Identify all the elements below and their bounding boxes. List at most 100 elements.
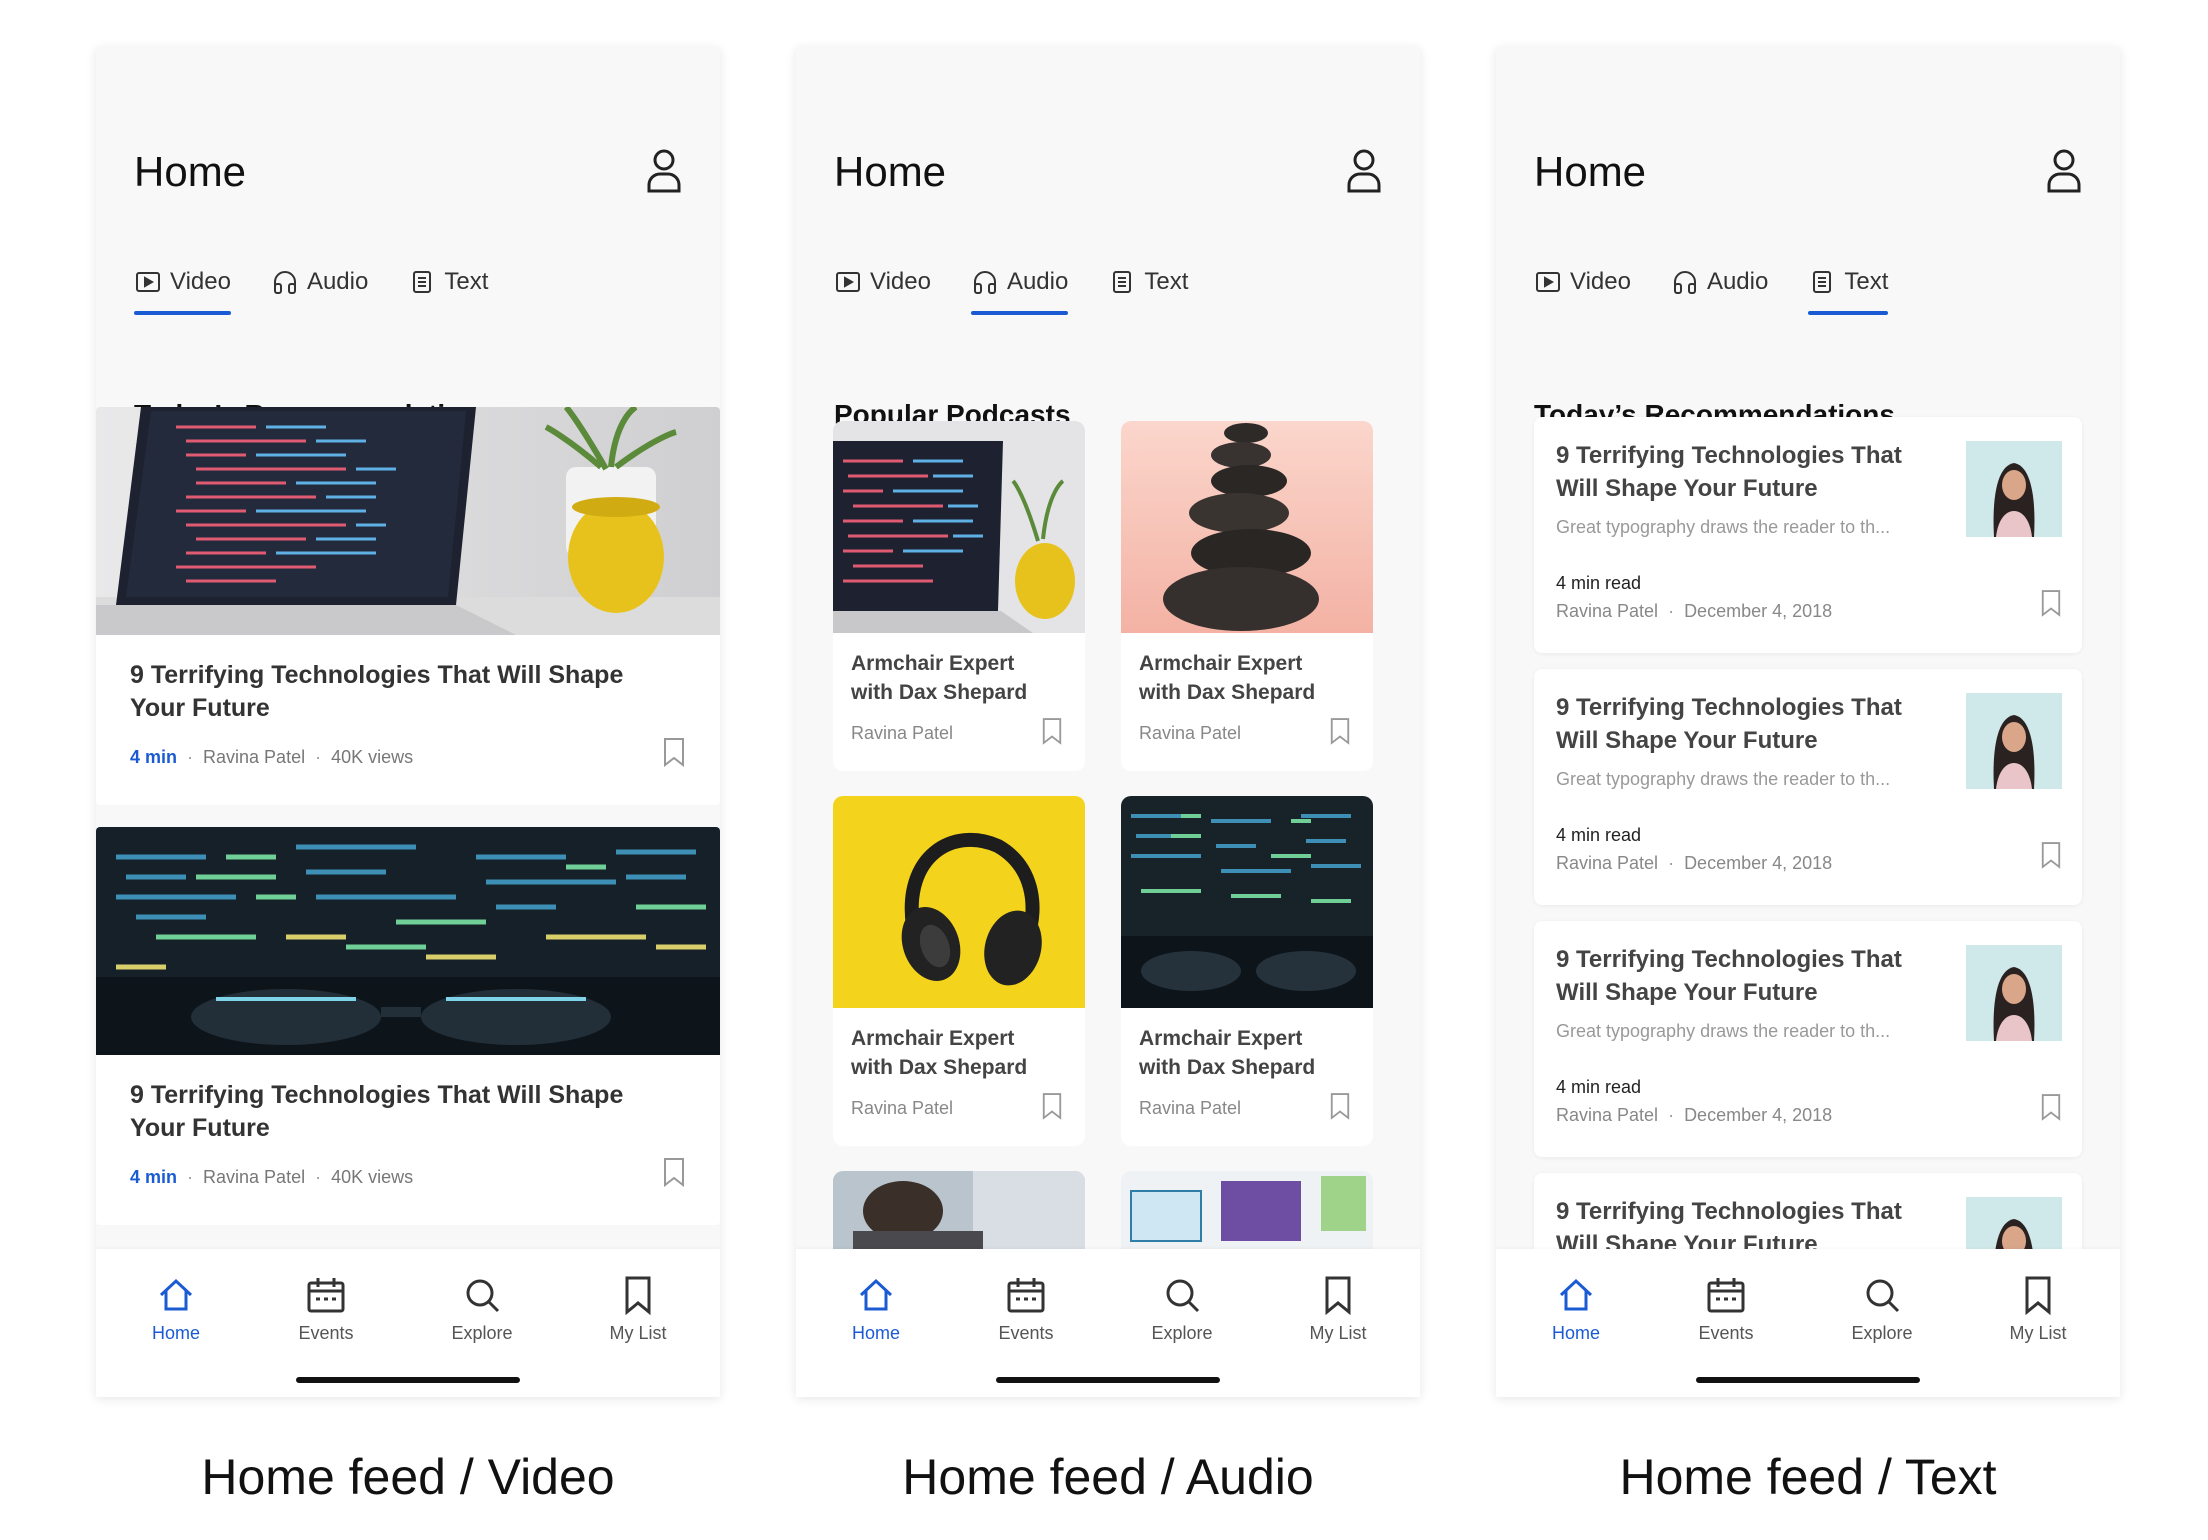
tab-text[interactable]: Text: [408, 247, 488, 317]
author-avatar: [1966, 693, 2062, 789]
video-card[interactable]: 9 Terrifying Technologies That Will Shap…: [96, 407, 720, 805]
author: Ravina Patel: [1139, 723, 1242, 743]
author: Ravina Patel: [203, 747, 306, 767]
tab-label: Audio: [1706, 268, 1769, 295]
bottom-nav: Home Events Explore My List: [796, 1249, 1420, 1397]
video-thumbnail-laptop: [96, 407, 720, 635]
tab-label: Text: [1844, 268, 1889, 295]
bookmark-icon: [625, 1276, 651, 1315]
search-icon: [466, 1279, 500, 1313]
article-card[interactable]: 9 Terrifying Technologies That Will Shap…: [1534, 417, 2082, 653]
bookmark-icon[interactable]: [2040, 1093, 2062, 1121]
screen-caption: Home feed / Audio: [902, 1449, 1314, 1505]
podcast-card[interactable]: Armchair Expert with Dax Shepard Ravina …: [833, 421, 1085, 771]
bookmark-icon[interactable]: [662, 1157, 686, 1187]
document-icon: [413, 271, 432, 293]
bookmark-icon[interactable]: [662, 737, 686, 767]
article-excerpt: Great typography draws the reader to th.…: [1556, 1021, 1891, 1041]
header: Home: [834, 142, 1382, 202]
bookmark-icon[interactable]: [1329, 1092, 1351, 1120]
separator-dot: ·: [187, 1167, 194, 1187]
author: Ravina Patel: [1556, 1105, 1659, 1125]
article-title: 9 Terrifying Technologies That Will Shap…: [1556, 442, 1902, 502]
document-icon: [1113, 271, 1132, 293]
card-meta: 4 min · Ravina Patel · 40K views: [130, 1167, 413, 1188]
author: Ravina Patel: [1139, 1098, 1242, 1118]
search-icon: [1166, 1279, 1200, 1313]
screen-caption: Home feed / Text: [1619, 1449, 1997, 1505]
phone-screen-video: Home Video Audio Text Today’s Recommenda…: [96, 47, 720, 1397]
bookmark-icon[interactable]: [2040, 841, 2062, 869]
video-card[interactable]: 9 Terrifying Technologies That Will Shap…: [96, 827, 720, 1225]
nav-events[interactable]: Events: [966, 1275, 1086, 1344]
bookmark-icon: [1325, 1276, 1351, 1315]
profile-icon[interactable]: [1346, 148, 1382, 194]
search-icon: [1866, 1279, 1900, 1313]
podcast-card[interactable]: Armchair Expert with Dax Shepard Ravina …: [1121, 421, 1373, 771]
bookmark-icon: [2025, 1276, 2051, 1315]
duration: 4 min: [130, 747, 178, 767]
author-avatar: [1966, 441, 2062, 537]
tab-video[interactable]: Video: [834, 247, 931, 317]
tab-text[interactable]: Text: [1808, 247, 1889, 317]
tab-audio[interactable]: Audio: [970, 247, 1069, 317]
views: 40K views: [331, 1167, 414, 1187]
nav-home[interactable]: Home: [116, 1275, 236, 1344]
date: December 4, 2018: [1684, 601, 1833, 621]
article-title: 9 Terrifying Technologies That Will Shap…: [1556, 946, 1902, 1006]
article-excerpt: Great typography draws the reader to th.…: [1556, 769, 1891, 789]
tab-audio[interactable]: Audio: [271, 247, 368, 317]
calendar-icon: [1007, 1278, 1045, 1313]
home-icon: [1559, 1278, 1593, 1311]
author: Ravina Patel: [851, 1098, 954, 1118]
article-card[interactable]: 9 Terrifying Technologies That Will Shap…: [1534, 921, 2082, 1157]
nav-events[interactable]: Events: [1666, 1275, 1786, 1344]
nav-label: Home: [851, 1323, 900, 1343]
nav-my-list[interactable]: My List: [1278, 1275, 1398, 1344]
read-time: 4 min read: [1556, 1077, 1642, 1097]
tab-video[interactable]: Video: [134, 247, 231, 317]
profile-icon[interactable]: [646, 148, 682, 194]
nav-label: Home: [1551, 1323, 1600, 1343]
home-icon: [859, 1278, 893, 1311]
article-meta: Ravina Patel · December 4, 2018: [1556, 1105, 1832, 1126]
header: Home: [134, 142, 682, 202]
profile-icon[interactable]: [2046, 148, 2082, 194]
tab-video[interactable]: Video: [1534, 247, 1631, 317]
tab-label: Video: [170, 268, 231, 295]
article-meta: Ravina Patel · December 4, 2018: [1556, 853, 1832, 874]
nav-label: Explore: [1851, 1323, 1913, 1343]
separator-dot: ·: [315, 1167, 322, 1187]
nav-explore[interactable]: Explore: [1822, 1275, 1942, 1344]
tab-audio[interactable]: Audio: [1671, 247, 1768, 317]
nav-my-list[interactable]: My List: [578, 1275, 698, 1344]
document-icon: [1813, 271, 1832, 293]
header: Home: [1534, 142, 2082, 202]
bookmark-icon[interactable]: [2040, 589, 2062, 617]
separator-dot: ·: [187, 747, 194, 767]
podcast-card[interactable]: Armchair Expert with Dax Shepard Ravina …: [833, 796, 1085, 1146]
nav-my-list[interactable]: My List: [1978, 1275, 2098, 1344]
bookmark-icon[interactable]: [1329, 717, 1351, 745]
home-indicator: [296, 1377, 520, 1383]
bookmark-icon[interactable]: [1041, 717, 1063, 745]
bookmark-icon[interactable]: [1041, 1092, 1063, 1120]
headphones-icon: [273, 271, 296, 294]
nav-home[interactable]: Home: [816, 1275, 936, 1344]
page-title: Home: [834, 148, 947, 195]
duration: 4 min: [130, 1167, 178, 1187]
podcast-card[interactable]: Armchair Expert with Dax Shepard Ravina …: [1121, 796, 1373, 1146]
tab-label: Text: [1144, 268, 1189, 295]
nav-home[interactable]: Home: [1516, 1275, 1636, 1344]
tab-label: Audio: [306, 268, 369, 295]
nav-explore[interactable]: Explore: [422, 1275, 542, 1344]
tab-text[interactable]: Text: [1108, 247, 1188, 317]
card-title: 9 Terrifying Technologies That Will Shap…: [130, 661, 624, 722]
article-excerpt: Great typography draws the reader to th.…: [1556, 517, 1891, 537]
tab-label: Video: [1570, 268, 1631, 295]
article-card[interactable]: 9 Terrifying Technologies That Will Shap…: [1534, 669, 2082, 905]
nav-explore[interactable]: Explore: [1122, 1275, 1242, 1344]
nav-label: My List: [1309, 1323, 1367, 1343]
author: Ravina Patel: [203, 1167, 306, 1187]
nav-events[interactable]: Events: [266, 1275, 386, 1344]
